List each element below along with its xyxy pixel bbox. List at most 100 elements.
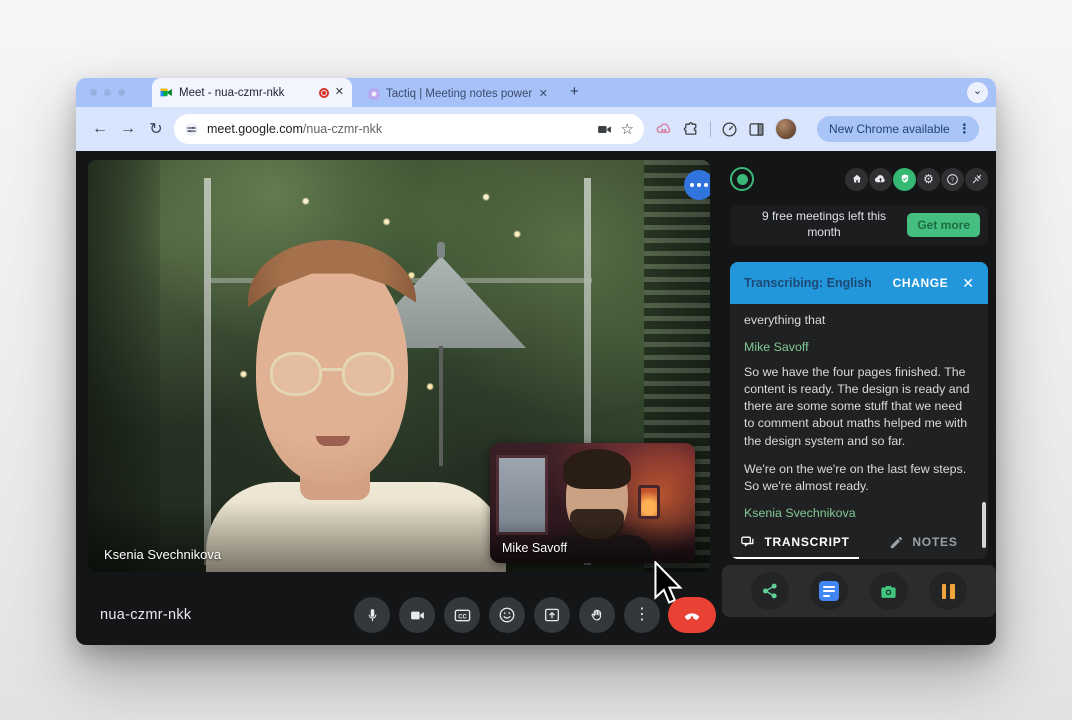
umbrella-pole xyxy=(439,346,443,466)
meet-control-bar: nua-czmr-nkk CC xyxy=(76,583,722,645)
forward-button[interactable]: → xyxy=(114,120,142,138)
browser-menu-icon[interactable]: ⋮ xyxy=(958,121,971,137)
tab-strip: Meet - nua-czmr-nkk ✕ Tactiq | Meeting n… xyxy=(76,78,996,107)
upload-button[interactable] xyxy=(869,168,892,191)
tactiq-header: ⚙ ? xyxy=(730,165,988,193)
tab-meet-close-icon[interactable]: ✕ xyxy=(335,87,344,98)
extension-pink-icon[interactable] xyxy=(656,121,673,138)
present-button[interactable] xyxy=(534,597,570,633)
window-zoom-button[interactable] xyxy=(118,89,125,96)
gear-icon: ⚙ xyxy=(923,173,934,185)
pip-participant-hair xyxy=(563,449,631,489)
transcribing-close-icon[interactable]: ✕ xyxy=(962,275,974,292)
extensions-puzzle-icon[interactable] xyxy=(683,121,700,138)
more-options-icon: ⋮ xyxy=(634,607,650,623)
active-tab-underline xyxy=(730,557,859,559)
pip-participant-name: Mike Savoff xyxy=(502,541,567,555)
window-close-button[interactable] xyxy=(90,89,97,96)
cloud-upload-icon xyxy=(874,173,887,186)
pencil-icon xyxy=(889,535,904,550)
tab-search-button[interactable]: ⌄ xyxy=(967,82,988,103)
tab-meet-title: Meet - nua-czmr-nkk xyxy=(179,87,313,99)
raise-hand-button[interactable] xyxy=(579,597,615,633)
get-more-button[interactable]: Get more xyxy=(907,213,980,237)
mic-button[interactable] xyxy=(354,597,390,633)
pip-video-tile[interactable]: Mike Savoff xyxy=(490,443,695,563)
url-text: meet.google.com/nua-czmr-nkk xyxy=(207,122,588,136)
transcript-scrollbar[interactable] xyxy=(982,502,986,548)
camera-allowed-icon[interactable] xyxy=(596,121,613,138)
pin-panel-button[interactable] xyxy=(965,168,988,191)
google-docs-icon xyxy=(819,581,839,601)
emoji-icon xyxy=(498,606,516,624)
share-button[interactable] xyxy=(751,572,789,610)
participant-mouth xyxy=(316,436,350,446)
mic-icon xyxy=(364,607,381,624)
videocam-icon xyxy=(409,607,426,624)
tab-transcript[interactable]: TRANSCRIPT xyxy=(730,534,859,551)
meet-page: Ksenia Svechnikova Mike Savoff xyxy=(76,151,996,645)
home-icon xyxy=(851,173,863,185)
svg-text:?: ? xyxy=(951,177,954,183)
tactiq-favicon-icon xyxy=(368,88,380,100)
browser-toolbar: ← → ↻ meet.google.com/nua-czmr-nkk ☆ xyxy=(76,107,996,151)
camera-button[interactable] xyxy=(399,597,435,633)
transcribing-bar: Transcribing: English CHANGE ✕ xyxy=(730,262,988,304)
tactiq-action-bar xyxy=(722,565,996,617)
tab-meet[interactable]: Meet - nua-czmr-nkk ✕ xyxy=(152,78,352,107)
umbrella-finial xyxy=(437,242,445,258)
tab-tactiq-close-icon[interactable]: ✕ xyxy=(539,89,548,100)
home-button[interactable] xyxy=(845,168,868,191)
reactions-button[interactable] xyxy=(489,597,525,633)
settings-button[interactable]: ⚙ xyxy=(917,168,940,191)
profile-avatar[interactable] xyxy=(775,118,797,140)
share-icon xyxy=(761,582,779,600)
help-button[interactable]: ? xyxy=(941,168,964,191)
recording-indicator-icon xyxy=(319,88,329,98)
reload-button[interactable]: ↻ xyxy=(142,119,170,139)
present-screen-icon xyxy=(543,606,561,624)
side-panel-icon[interactable] xyxy=(748,121,765,138)
pause-icon xyxy=(942,584,955,599)
transcript-line: So we have the four pages finished. The … xyxy=(744,364,974,450)
change-language-button[interactable]: CHANGE xyxy=(893,276,949,290)
free-meetings-banner: 9 free meetings left this month Get more xyxy=(730,205,988,245)
help-icon: ? xyxy=(946,173,959,186)
free-meetings-text: 9 free meetings left this month xyxy=(744,209,904,240)
chat-bubbles-icon xyxy=(739,534,756,551)
hand-icon xyxy=(589,607,606,624)
tab-tactiq[interactable]: Tactiq | Meeting notes power ✕ xyxy=(360,81,556,107)
transcript-speaker: Mike Savoff xyxy=(744,340,974,354)
desktop: Meet - nua-czmr-nkk ✕ Tactiq | Meeting n… xyxy=(0,0,1072,720)
participant-glasses xyxy=(270,352,394,398)
privacy-shield-button[interactable] xyxy=(893,168,916,191)
chrome-update-label: New Chrome available xyxy=(829,122,950,136)
transcript-speaker: Ksenia Svechnikova xyxy=(744,506,974,520)
tactiq-logo-icon xyxy=(730,167,754,191)
end-call-button[interactable] xyxy=(668,597,716,633)
screenshot-button[interactable] xyxy=(870,572,908,610)
meet-favicon-icon xyxy=(160,86,173,99)
performance-icon[interactable] xyxy=(721,121,738,138)
browser-window: Meet - nua-czmr-nkk ✕ Tactiq | Meeting n… xyxy=(76,78,996,645)
back-button[interactable]: ← xyxy=(86,120,114,138)
site-settings-icon[interactable] xyxy=(184,122,199,137)
captions-button[interactable]: CC xyxy=(444,597,480,633)
new-tab-button[interactable]: + xyxy=(570,83,579,100)
tactiq-sidebar: ⚙ ? xyxy=(722,165,996,617)
bookmark-star-icon[interactable]: ☆ xyxy=(621,120,634,138)
tab-notes-label: NOTES xyxy=(912,535,957,549)
save-to-docs-button[interactable] xyxy=(810,572,848,610)
tab-notes[interactable]: NOTES xyxy=(859,535,988,550)
address-bar[interactable]: meet.google.com/nua-czmr-nkk ☆ xyxy=(174,114,644,144)
chrome-update-button[interactable]: New Chrome available ⋮ xyxy=(817,116,979,142)
window-minimize-button[interactable] xyxy=(104,89,111,96)
pause-transcript-button[interactable] xyxy=(929,572,967,610)
more-options-button[interactable]: ⋮ xyxy=(624,597,660,633)
main-participant-name: Ksenia Svechnikova xyxy=(104,547,221,562)
transcript-scroll-area[interactable]: everything that Mike Savoff So we have t… xyxy=(730,304,988,525)
chat-typing-indicator-icon[interactable] xyxy=(684,170,710,200)
toolbar-divider xyxy=(710,121,711,137)
transcribing-label: Transcribing: English xyxy=(744,276,872,290)
transcript-panel: Transcribing: English CHANGE ✕ everythin… xyxy=(730,262,988,559)
